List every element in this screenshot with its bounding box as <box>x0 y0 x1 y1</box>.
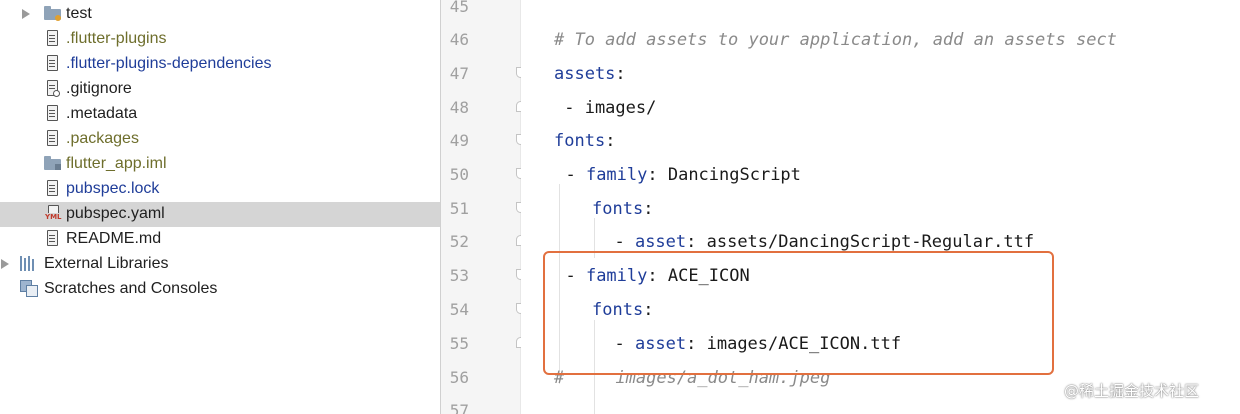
line-number: 53 <box>449 266 469 285</box>
text-file-icon <box>47 55 59 72</box>
tree-item-scratches-and-consoles[interactable]: Scratches and Consoles <box>0 277 440 302</box>
code-line-49: fonts: <box>554 131 616 151</box>
folder-icon <box>44 6 61 21</box>
tree-item-pubspec-yaml[interactable]: YML pubspec.yaml <box>0 202 440 227</box>
tree-item-label: .flutter-plugins-dependencies <box>66 55 272 72</box>
text-file-icon <box>47 30 59 47</box>
tree-item-label: README.md <box>66 230 162 247</box>
line-number: 56 <box>449 368 469 387</box>
line-number: 50 <box>449 165 469 184</box>
tree-item-label: pubspec.lock <box>66 180 160 197</box>
tree-item-metadata[interactable]: .metadata <box>0 102 440 127</box>
tree-item-gitignore[interactable]: .gitignore <box>0 77 440 102</box>
code-line-47: assets: <box>554 64 626 84</box>
line-number: 55 <box>449 334 469 353</box>
line-number: 45 <box>449 0 469 16</box>
tree-item-flutter-plugins-dependencies[interactable]: .flutter-plugins-dependencies <box>0 52 440 77</box>
line-number: 49 <box>449 131 469 150</box>
line-number: 54 <box>449 300 469 319</box>
tree-item-label: .metadata <box>66 105 138 122</box>
line-number: 48 <box>449 98 469 117</box>
line-number: 57 <box>449 401 469 414</box>
tree-item-readme[interactable]: README.md <box>0 227 440 252</box>
line-number: 47 <box>449 64 469 83</box>
code-line-46: # To add assets to your application, add… <box>554 30 1117 50</box>
line-number: 51 <box>449 199 469 218</box>
text-file-icon <box>47 180 59 197</box>
tree-item-label: External Libraries <box>44 255 169 272</box>
code-line-51: fonts: <box>592 199 654 219</box>
code-line-48: - images/ <box>554 98 657 118</box>
project-tree: test .flutter-plugins .flutter-plugins-d… <box>0 0 440 414</box>
text-file-icon <box>47 130 59 147</box>
tree-item-label: test <box>66 5 92 22</box>
line-number: 52 <box>449 232 469 251</box>
tree-item-pubspec-lock[interactable]: pubspec.lock <box>0 177 440 202</box>
highlight-box <box>543 251 1054 375</box>
ignored-file-icon <box>47 80 60 97</box>
tree-item-label: .gitignore <box>66 80 132 97</box>
tree-item-label: .packages <box>66 130 139 147</box>
tree-item-label: Scratches and Consoles <box>44 280 218 297</box>
tree-item-external-libraries[interactable]: External Libraries <box>0 252 440 277</box>
tree-item-flutter-plugins[interactable]: .flutter-plugins <box>0 27 440 52</box>
code-line-52: - asset: assets/DancingScript-Regular.tt… <box>594 232 1035 252</box>
watermark: @稀土掘金技术社区 <box>1064 382 1200 400</box>
code-line-50: - family: DancingScript <box>545 165 801 185</box>
line-number: 46 <box>449 30 469 49</box>
expand-arrow-icon[interactable] <box>22 9 30 19</box>
yaml-file-icon: YML <box>45 205 63 222</box>
tree-item-test[interactable]: test <box>0 2 440 27</box>
editor-gutter: 45 46 47 48 49 50 51 52 53 54 55 56 57 <box>441 0 520 414</box>
tree-item-packages[interactable]: .packages <box>0 127 440 152</box>
tree-item-label: pubspec.yaml <box>66 205 165 222</box>
text-file-icon <box>47 105 59 122</box>
scratches-icon <box>20 280 40 298</box>
tree-item-label: flutter_app.iml <box>66 155 167 172</box>
tree-item-label: .flutter-plugins <box>66 30 167 47</box>
module-icon <box>44 156 61 170</box>
tree-item-flutter-app-iml[interactable]: flutter_app.iml <box>0 152 440 177</box>
text-file-icon <box>47 230 59 247</box>
expand-arrow-icon[interactable] <box>1 259 9 269</box>
libraries-icon <box>20 256 38 271</box>
